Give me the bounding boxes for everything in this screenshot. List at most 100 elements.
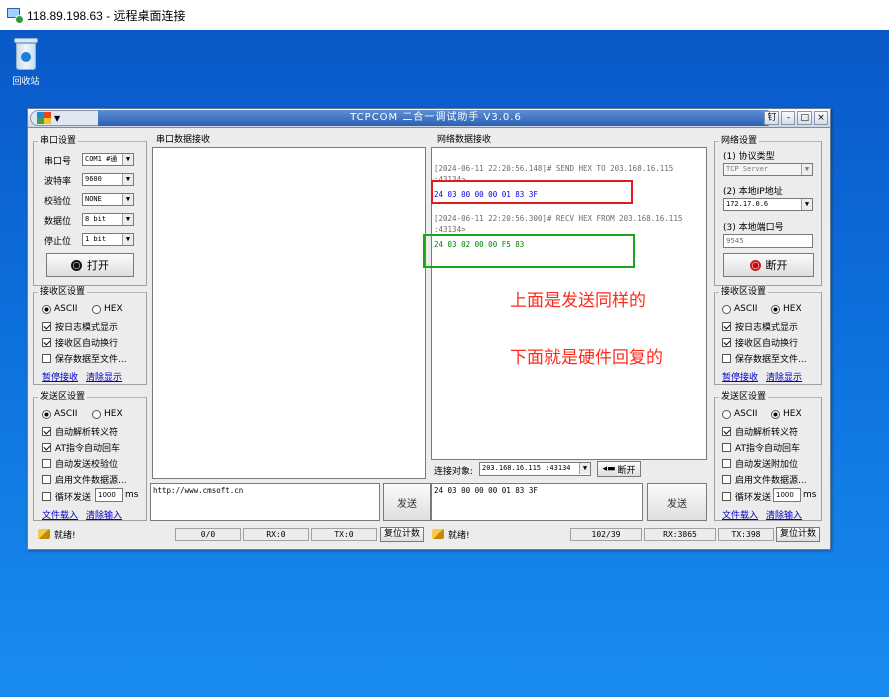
databits-select[interactable]: 8 bit ▼ — [82, 213, 134, 226]
serial-rx-label: 接收区设置 — [38, 286, 88, 298]
remote-desktop-icon — [6, 8, 24, 24]
serial-rx-savefile-checkbox[interactable]: 保存数据至文件... — [42, 352, 127, 365]
net-tx-escape-checkbox[interactable]: 自动解析转义符 — [722, 425, 798, 438]
serial-tx-filesource-checkbox[interactable]: 启用文件数据源... — [42, 473, 127, 486]
close-button[interactable]: × — [814, 111, 828, 125]
serial-send-textarea[interactable]: http://www.cmsoft.cn — [150, 483, 380, 521]
net-recv-textarea[interactable]: [2024-06-11 22:20:56.148]# SEND HEX TO 2… — [423, 147, 707, 460]
chevron-down-icon: ▼ — [122, 234, 133, 245]
net-tx-loop-checkbox[interactable]: 循环发送 — [722, 490, 771, 503]
net-rx-ascii-radio[interactable]: ASCII — [722, 304, 757, 314]
serial-rx-logmode-checkbox[interactable]: 按日志模式显示 — [42, 320, 118, 333]
ip-label: (2) 本地IP地址 — [723, 187, 783, 197]
serial-tx-atcr-checkbox[interactable]: AT指令自动回车 — [42, 441, 120, 454]
baud-value: 9600 — [85, 175, 102, 183]
net-settings-label: 网络设置 — [719, 135, 760, 147]
serial-tx-group: 发送区设置 ASCII HEX 自动解析转义符 AT指令自动回车 自动发送校验位… — [33, 391, 147, 521]
serial-tx-checksum-checkbox[interactable]: 自动发送校验位 — [42, 457, 118, 470]
chevron-down-icon: ▼ — [579, 463, 590, 474]
serial-rx-ascii-radio[interactable]: ASCII — [42, 304, 77, 314]
net-send-textarea[interactable]: 24 03 00 00 00 01 83 3F — [431, 483, 643, 521]
serial-tx-ascii-radio[interactable]: ASCII — [42, 409, 77, 419]
net-tx-append-checkbox[interactable]: 自动发送附加位 — [722, 457, 798, 470]
serial-rx-logmode-label: 按日志模式显示 — [55, 323, 119, 333]
serial-clear-input-link[interactable]: 清除输入 — [86, 508, 122, 521]
window-title: TCPCOM 二合一调试助手 V3.0.6 — [98, 110, 774, 126]
power-icon — [71, 259, 82, 271]
net-rx-savefile-checkbox[interactable]: 保存数据至文件... — [722, 352, 807, 365]
serial-rx-autowrap-label: 接收区自动换行 — [55, 339, 119, 349]
serial-rx-autowrap-checkbox[interactable]: 接收区自动换行 — [42, 336, 118, 349]
parity-select[interactable]: NONE ▼ — [82, 193, 134, 206]
target-select[interactable]: 203.168.16.115 :43134 ▼ — [479, 462, 591, 476]
serial-pause-link[interactable]: 暂停接收 — [42, 370, 78, 383]
net-load-file-link[interactable]: 文件载入 — [722, 508, 758, 521]
stopbits-select[interactable]: 1 bit ▼ — [82, 233, 134, 246]
serial-tx-escape-checkbox[interactable]: 自动解析转义符 — [42, 425, 118, 438]
net-tx-ascii-radio[interactable]: ASCII — [722, 409, 757, 419]
serial-load-file-link[interactable]: 文件载入 — [42, 508, 78, 521]
minimize-button[interactable]: - — [781, 111, 796, 125]
target-disconnect-label: 断开 — [617, 465, 636, 476]
serial-ms-label: ms — [125, 490, 139, 500]
serial-send-button[interactable]: 发送 — [383, 483, 431, 521]
serial-tx-hex-radio[interactable]: HEX — [92, 409, 123, 419]
serial-tx-atcr-label: AT指令自动回车 — [55, 444, 120, 454]
serial-rx-ascii-label: ASCII — [54, 304, 78, 314]
net-close-button[interactable]: 断开 — [723, 253, 814, 277]
baud-select[interactable]: 9600 ▼ — [82, 173, 134, 186]
serial-recv-group: 串口数据接收 — [150, 134, 428, 483]
stopbits-label: 停止位 — [44, 237, 72, 247]
net-tx-hex-label: HEX — [783, 409, 802, 419]
serial-loop-interval-input[interactable]: 1000 — [95, 488, 123, 502]
ip-select[interactable]: 172.17.0.6 ▼ — [723, 198, 813, 211]
net-frame-counter: 102/39 — [570, 528, 642, 541]
annotation-send: 上面是发送同样的 — [510, 291, 646, 311]
net-rx-logmode-checkbox[interactable]: 按日志模式显示 — [722, 320, 798, 333]
maximize-button[interactable]: □ — [797, 111, 812, 125]
serial-tx-ascii-label: ASCII — [54, 409, 78, 419]
pin-button[interactable]: 钉 — [764, 111, 780, 125]
serial-open-button[interactable]: 打开 — [46, 253, 134, 277]
databits-label: 数据位 — [44, 217, 72, 227]
proto-label: (1) 协议类型 — [723, 152, 775, 162]
recv-highlight-box — [423, 234, 635, 268]
stopbits-value: 1 bit — [85, 235, 107, 243]
serial-rx-hex-radio[interactable]: HEX — [92, 304, 123, 314]
net-clear-input-link[interactable]: 清除输入 — [766, 508, 802, 521]
net-reset-counter-button[interactable]: 复位计数 — [776, 527, 820, 542]
local-port-input[interactable]: 9545 — [723, 234, 813, 248]
serial-frame-counter: 0/0 — [175, 528, 241, 541]
net-send-button[interactable]: 发送 — [647, 483, 707, 521]
net-rx-hex-radio[interactable]: HEX — [771, 304, 802, 314]
skin-menu-button[interactable]: ▼ — [30, 110, 100, 126]
serial-settings-label: 串口设置 — [38, 135, 79, 147]
net-tx-atcr-checkbox[interactable]: AT指令自动回车 — [722, 441, 800, 454]
log1-header: [2024-06-11 22:20:56.148]# SEND HEX TO 2… — [434, 164, 674, 173]
serial-clear-display-link[interactable]: 清除显示 — [86, 370, 122, 383]
serial-recv-textarea[interactable] — [152, 147, 426, 479]
net-tx-escape-label: 自动解析转义符 — [735, 428, 799, 438]
local-port-label: (3) 本地端口号 — [723, 223, 784, 233]
net-rx-autowrap-checkbox[interactable]: 接收区自动换行 — [722, 336, 798, 349]
port-select[interactable]: COM1 #通 ▼ — [82, 153, 134, 166]
chevron-down-icon: ▼ — [122, 214, 133, 225]
net-send-text: 24 03 00 00 00 01 83 3F — [434, 486, 538, 495]
parity-label: 校验位 — [44, 197, 72, 207]
net-tx-hex-radio[interactable]: HEX — [771, 409, 802, 419]
serial-tx-escape-label: 自动解析转义符 — [55, 428, 119, 438]
target-disconnect-button[interactable]: ◂▬ 断开 — [597, 461, 641, 477]
net-loop-interval-input[interactable]: 1000 — [773, 488, 801, 502]
serial-tx-loop-checkbox[interactable]: 循环发送 — [42, 490, 91, 503]
port-label: 串口号 — [44, 157, 72, 167]
net-pause-link[interactable]: 暂停接收 — [722, 370, 758, 383]
serial-reset-counter-button[interactable]: 复位计数 — [380, 527, 424, 542]
serial-tx-hex-label: HEX — [104, 409, 123, 419]
recycle-bin[interactable]: 回收站 — [8, 38, 44, 87]
serial-settings-group: 串口设置 串口号 COM1 #通 ▼ 波特率 9600 ▼ 校验位 NONE ▼ 数据… — [33, 135, 147, 286]
disconnect-icon: ◂▬ — [602, 464, 616, 474]
net-tx-filesource-checkbox[interactable]: 启用文件数据源... — [722, 473, 807, 486]
net-clear-display-link[interactable]: 清除显示 — [766, 370, 802, 383]
net-tx-filesource-label: 启用文件数据源... — [735, 476, 807, 486]
proto-select[interactable]: TCP Server ▼ — [723, 163, 813, 176]
